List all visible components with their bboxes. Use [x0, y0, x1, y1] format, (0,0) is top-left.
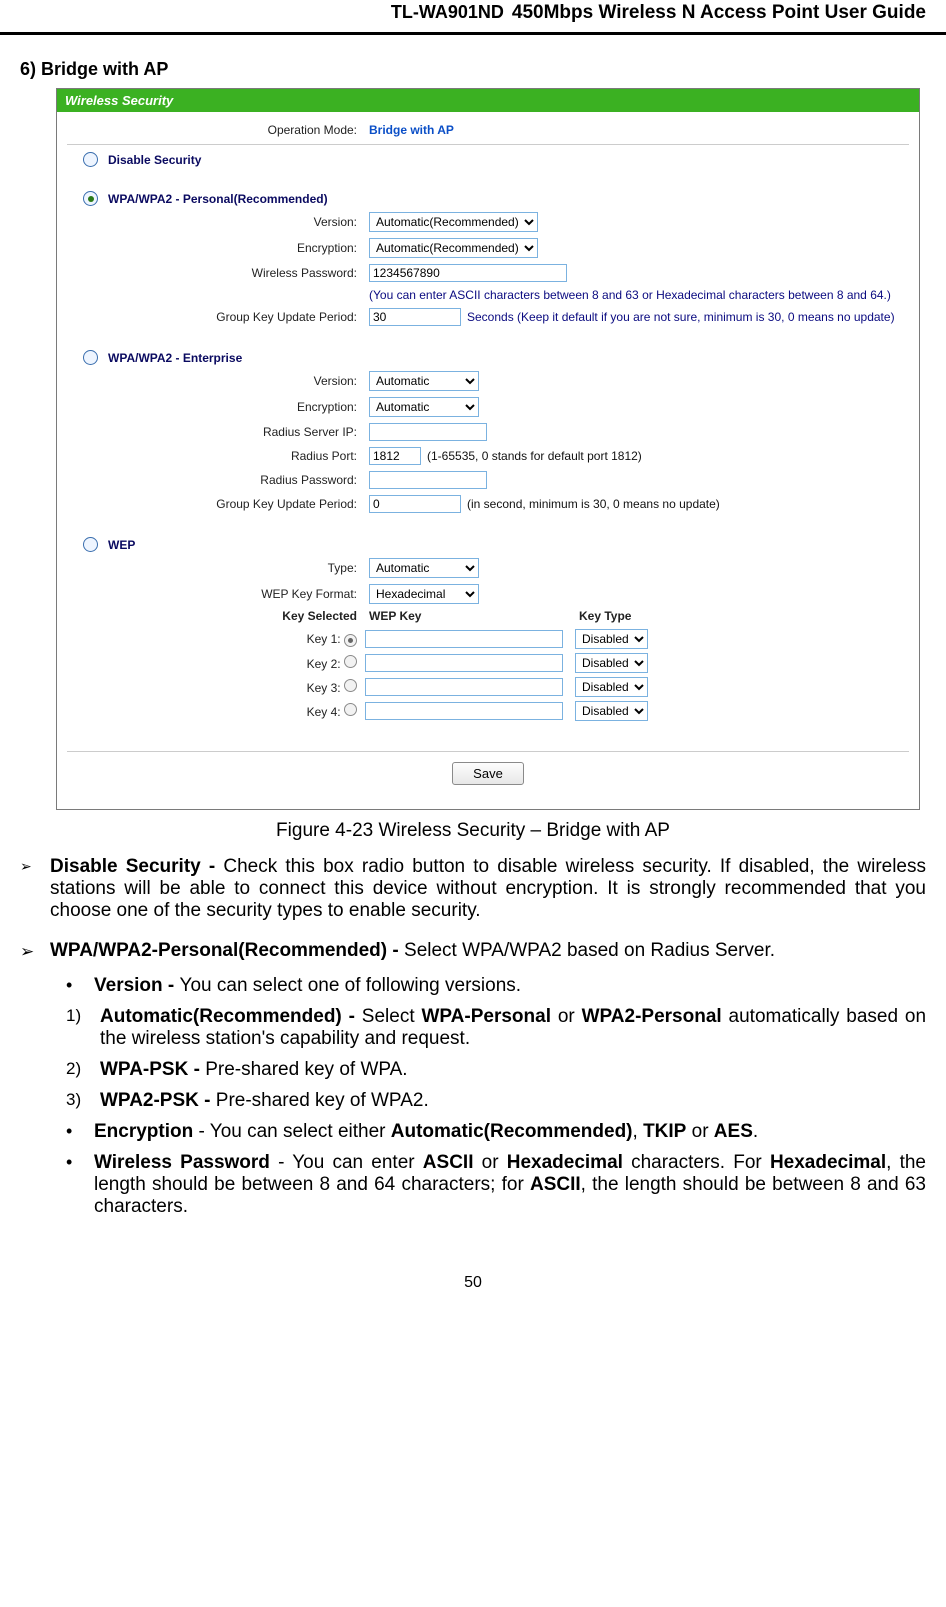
wep-key1-radio[interactable] [344, 634, 357, 647]
hdr-key-type: Key Type [579, 609, 699, 623]
wep-key1-input[interactable] [365, 630, 563, 648]
radio-wpa-personal[interactable]: WPA/WPA2 - Personal(Recommended) [57, 188, 919, 209]
page-number: 50 [20, 1224, 926, 1292]
figure-caption: Figure 4-23 Wireless Security – Bridge w… [20, 820, 926, 842]
encryption-paragraph: Encryption - You can select either Autom… [94, 1121, 926, 1143]
version-label: Version: [57, 215, 369, 229]
ent-gkup-hint: (in second, minimum is 30, 0 means no up… [467, 497, 720, 511]
operation-mode-value: Bridge with AP [369, 123, 454, 137]
wep-key4-input[interactable] [365, 702, 563, 720]
panel-title: Wireless Security [57, 89, 919, 112]
radio-wep[interactable]: WEP [57, 534, 919, 555]
wep-key-row-1: Key 1: Disabled [57, 627, 919, 651]
bullet-arrow-icon: ➢ [20, 940, 50, 962]
radio-icon [83, 350, 98, 365]
wireless-password-label: Wireless Password: [57, 266, 369, 280]
wpa-personal-label: WPA/WPA2 - Personal(Recommended) [108, 192, 328, 206]
wpa-psk-paragraph: WPA-PSK - Pre-shared key of WPA. [100, 1059, 926, 1081]
ent-version-label: Version: [57, 374, 369, 388]
wpa2-psk-paragraph: WPA2-PSK - Pre-shared key of WPA2. [100, 1090, 926, 1112]
bullet-dot-icon: • [66, 1121, 94, 1143]
gkup-input[interactable] [369, 308, 461, 326]
wep-type-label: Type: [57, 561, 369, 575]
wireless-password-paragraph: Wireless Password - You can enter ASCII … [94, 1152, 926, 1218]
wep-label: WEP [108, 538, 135, 552]
ent-version-select[interactable]: Automatic [369, 371, 479, 391]
radius-port-hint: (1-65535, 0 stands for default port 1812… [427, 449, 642, 463]
section-heading: 6) Bridge with AP [20, 59, 926, 80]
wireless-password-input[interactable] [369, 264, 567, 282]
device-model: TL-WA901ND [391, 2, 504, 23]
wep-type-select[interactable]: Automatic [369, 558, 479, 578]
bullet-dot-icon: • [66, 975, 94, 997]
wireless-security-panel: Wireless Security Operation Mode: Bridge… [56, 88, 920, 810]
version-paragraph: Version - You can select one of followin… [94, 975, 926, 997]
wep-key-row-4: Key 4: Disabled [57, 699, 919, 723]
wep-key4-type[interactable]: Disabled [575, 701, 648, 721]
radio-icon [83, 152, 98, 167]
hdr-wep-key: WEP Key [369, 609, 579, 623]
gkup-hint: Seconds (Keep it default if you are not … [467, 310, 895, 324]
radio-icon [83, 537, 98, 552]
disable-security-paragraph: Disable Security - Check this box radio … [50, 856, 926, 922]
radius-pw-label: Radius Password: [57, 473, 369, 487]
wep-key3-input[interactable] [365, 678, 563, 696]
hdr-key-selected: Key Selected [57, 609, 369, 623]
wep-key-row-3: Key 3: Disabled [57, 675, 919, 699]
wep-key-row-2: Key 2: Disabled [57, 651, 919, 675]
radio-wpa-enterprise[interactable]: WPA/WPA2 - Enterprise [57, 347, 919, 368]
version-select[interactable]: Automatic(Recommended) [369, 212, 538, 232]
wpa-personal-paragraph: WPA/WPA2-Personal(Recommended) - Select … [50, 940, 926, 962]
encryption-select[interactable]: Automatic(Recommended) [369, 238, 538, 258]
wep-format-label: WEP Key Format: [57, 587, 369, 601]
list-number: 2) [66, 1059, 100, 1081]
wep-key1-type[interactable]: Disabled [575, 629, 648, 649]
ent-encryption-select[interactable]: Automatic [369, 397, 479, 417]
ent-gkup-input[interactable] [369, 495, 461, 513]
doc-header: TL-WA901ND 450Mbps Wireless N Access Poi… [0, 0, 946, 35]
wireless-password-hint: (You can enter ASCII characters between … [369, 288, 891, 302]
doc-title: 450Mbps Wireless N Access Point User Gui… [512, 2, 926, 24]
radius-ip-label: Radius Server IP: [57, 425, 369, 439]
disable-security-label: Disable Security [108, 153, 201, 167]
bullet-dot-icon: • [66, 1152, 94, 1218]
wep-key2-radio[interactable] [344, 655, 357, 668]
save-button[interactable]: Save [452, 762, 524, 785]
wep-key4-label: Key 4: [307, 705, 341, 719]
ent-gkup-label: Group Key Update Period: [57, 497, 369, 511]
wep-key2-input[interactable] [365, 654, 563, 672]
wep-key3-label: Key 3: [307, 681, 341, 695]
list-number: 1) [66, 1006, 100, 1050]
radio-icon [83, 191, 98, 206]
radius-port-input[interactable] [369, 447, 421, 465]
bullet-arrow-icon: ➢ [20, 856, 50, 922]
wep-key4-radio[interactable] [344, 703, 357, 716]
radius-ip-input[interactable] [369, 423, 487, 441]
radio-disable-security[interactable]: Disable Security [57, 149, 919, 170]
wep-key3-type[interactable]: Disabled [575, 677, 648, 697]
wep-key3-radio[interactable] [344, 679, 357, 692]
radius-port-label: Radius Port: [57, 449, 369, 463]
wep-key2-label: Key 2: [307, 657, 341, 671]
radius-pw-input[interactable] [369, 471, 487, 489]
wep-key2-type[interactable]: Disabled [575, 653, 648, 673]
wep-format-select[interactable]: Hexadecimal [369, 584, 479, 604]
wep-key1-label: Key 1: [307, 632, 341, 646]
automatic-option-paragraph: Automatic(Recommended) - Select WPA-Pers… [100, 1006, 926, 1050]
ent-encryption-label: Encryption: [57, 400, 369, 414]
wpa-enterprise-label: WPA/WPA2 - Enterprise [108, 351, 242, 365]
encryption-label: Encryption: [57, 241, 369, 255]
list-number: 3) [66, 1090, 100, 1112]
operation-mode-label: Operation Mode: [57, 123, 369, 137]
gkup-label: Group Key Update Period: [57, 310, 369, 324]
